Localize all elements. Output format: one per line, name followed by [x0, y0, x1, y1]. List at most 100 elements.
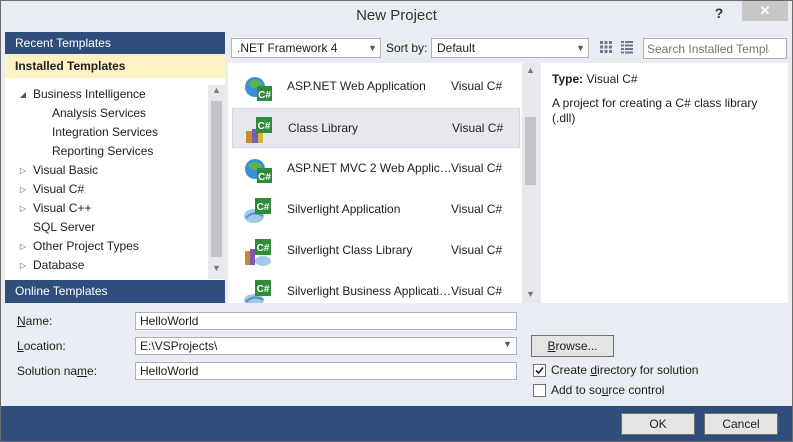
- tree-node-label: Other Project Types: [33, 239, 139, 253]
- template-name: Class Library: [288, 121, 359, 135]
- scrollbar-thumb[interactable]: [211, 101, 222, 257]
- scrollbar-thumb[interactable]: [525, 117, 536, 185]
- tree-node[interactable]: ◢ Business Intelligence: [5, 85, 208, 104]
- silverlight-app-icon: C#: [244, 198, 271, 223]
- sort-by-label: Sort by:: [386, 41, 428, 55]
- collapsed-arrow-icon[interactable]: ▷: [18, 237, 28, 256]
- svg-text:C#: C#: [257, 202, 270, 213]
- tree-node-label: Business Intelligence: [33, 87, 146, 101]
- type-label: Type:: [552, 72, 584, 86]
- name-label: Name:: [17, 314, 53, 328]
- framework-dropdown[interactable]: .NET Framework 4 ▼: [231, 38, 381, 58]
- tree-node-label: Analysis Services: [52, 106, 147, 120]
- template-language: Visual C#: [451, 243, 503, 257]
- template-name: ASP.NET Web Application: [287, 79, 426, 93]
- name-field[interactable]: [135, 312, 517, 330]
- collapsed-arrow-icon[interactable]: ▷: [18, 161, 28, 180]
- create-directory-label[interactable]: Create directory for solution: [551, 363, 698, 377]
- category-scrollbar[interactable]: ▲ ▼: [208, 85, 225, 279]
- tree-node-label: Visual Basic: [33, 163, 99, 177]
- cancel-button[interactable]: Cancel: [704, 413, 778, 435]
- small-icons-view-icon[interactable]: [620, 40, 634, 54]
- tree-node-label: Visual C++: [33, 201, 92, 215]
- ok-button[interactable]: OK: [621, 413, 695, 435]
- new-project-dialog: New Project ? ✕ Recent Templates Install…: [0, 0, 793, 442]
- svg-text:C#: C#: [257, 243, 270, 254]
- template-name: Silverlight Class Library: [287, 243, 413, 257]
- template-list-scrollbar[interactable]: ▲ ▼: [522, 63, 539, 303]
- type-value: Visual C#: [586, 72, 638, 86]
- template-item-aspnet-web[interactable]: C# ASP.NET Web Application Visual C#: [232, 67, 520, 107]
- online-templates-header[interactable]: Online Templates: [5, 280, 225, 303]
- tree-node[interactable]: ▷ Other Project Types: [5, 237, 208, 256]
- scroll-up-icon[interactable]: ▲: [208, 85, 225, 95]
- large-icons-view-icon[interactable]: [599, 40, 613, 54]
- silverlight-business-icon: C#: [244, 280, 271, 303]
- recent-templates-header[interactable]: Recent Templates: [5, 32, 225, 54]
- template-item-silverlight-business[interactable]: C# Silverlight Business Application Visu…: [232, 272, 520, 303]
- title-bar: New Project ? ✕: [1, 1, 792, 31]
- aspnet-mvc-icon: C#: [245, 159, 272, 183]
- template-list: C# ASP.NET Web Application Visual C# C# …: [228, 63, 522, 303]
- tree-node[interactable]: ▷ Database: [5, 256, 208, 275]
- search-templates-box[interactable]: [643, 38, 787, 59]
- svg-text:C#: C#: [258, 90, 271, 101]
- tree-node[interactable]: Analysis Services: [5, 104, 208, 123]
- scroll-up-icon[interactable]: ▲: [522, 65, 539, 75]
- chevron-down-icon: ▼: [368, 43, 377, 53]
- tree-node-label: Integration Services: [52, 125, 159, 139]
- template-name: ASP.NET MVC 2 Web Application: [287, 161, 452, 175]
- search-input[interactable]: [647, 40, 769, 57]
- location-combo[interactable]: ▼: [135, 337, 517, 355]
- template-categories-pane: Recent Templates Installed Templates ◢ Bu…: [5, 32, 225, 303]
- collapsed-arrow-icon[interactable]: ▷: [18, 256, 28, 275]
- template-name: Silverlight Business Application: [287, 284, 452, 298]
- location-label: Location:: [17, 339, 66, 353]
- scroll-down-icon[interactable]: ▼: [522, 289, 539, 299]
- name-input[interactable]: [140, 314, 501, 328]
- template-language: Visual C#: [451, 284, 503, 298]
- create-directory-checkbox[interactable]: [533, 364, 546, 377]
- template-name: Silverlight Application: [287, 202, 401, 216]
- tree-node[interactable]: ▷ Visual C#: [5, 180, 208, 199]
- template-item-aspnet-mvc[interactable]: C# ASP.NET MVC 2 Web Application Visual …: [232, 149, 520, 189]
- tree-node-label: Visual C#: [33, 182, 85, 196]
- aspnet-web-icon: C#: [245, 77, 272, 101]
- help-button[interactable]: ?: [709, 5, 729, 21]
- dialog-title: New Project: [356, 7, 437, 24]
- tree-node[interactable]: SQL Server: [5, 218, 208, 237]
- expanded-arrow-icon[interactable]: ◢: [18, 85, 28, 104]
- solution-name-field[interactable]: [135, 362, 517, 380]
- category-tree: ◢ Business Intelligence Analysis Services I…: [5, 85, 208, 279]
- template-description: A project for creating a C# class librar…: [552, 96, 758, 125]
- template-language: Visual C#: [452, 121, 504, 135]
- template-language: Visual C#: [451, 202, 503, 216]
- template-language: Visual C#: [451, 79, 503, 93]
- sort-dropdown[interactable]: Default ▼: [431, 38, 589, 58]
- chevron-down-icon[interactable]: ▼: [503, 339, 512, 349]
- close-button[interactable]: ✕: [742, 1, 788, 21]
- class-library-icon: C#: [246, 117, 272, 143]
- tree-node[interactable]: ▷ Visual Basic: [5, 161, 208, 180]
- scroll-down-icon[interactable]: ▼: [208, 263, 225, 273]
- template-item-silverlight-library[interactable]: C# Silverlight Class Library Visual C#: [232, 231, 520, 271]
- collapsed-arrow-icon[interactable]: ▷: [18, 180, 28, 199]
- template-item-silverlight-app[interactable]: C# Silverlight Application Visual C#: [232, 190, 520, 230]
- source-control-label[interactable]: Add to source control: [551, 383, 664, 397]
- tree-node-label: Reporting Services: [52, 144, 154, 158]
- template-item-class-library[interactable]: C# Class Library Visual C#: [232, 108, 520, 148]
- tree-node[interactable]: Integration Services: [5, 123, 208, 142]
- browse-button[interactable]: Browse...: [531, 335, 614, 357]
- tree-node-label: Database: [33, 258, 85, 272]
- source-control-checkbox[interactable]: [533, 384, 546, 397]
- tree-node[interactable]: Reporting Services: [5, 142, 208, 161]
- location-input[interactable]: [140, 339, 475, 353]
- tree-node-label: SQL Server: [33, 220, 96, 234]
- solution-name-input[interactable]: [140, 364, 501, 378]
- tree-node[interactable]: ▷ Visual C++: [5, 199, 208, 218]
- chevron-down-icon: ▼: [576, 43, 585, 53]
- solution-name-label: Solution name:: [17, 364, 98, 378]
- collapsed-arrow-icon[interactable]: ▷: [18, 199, 28, 218]
- installed-templates-header[interactable]: Installed Templates: [5, 54, 225, 78]
- framework-value: .NET Framework 4: [237, 41, 338, 55]
